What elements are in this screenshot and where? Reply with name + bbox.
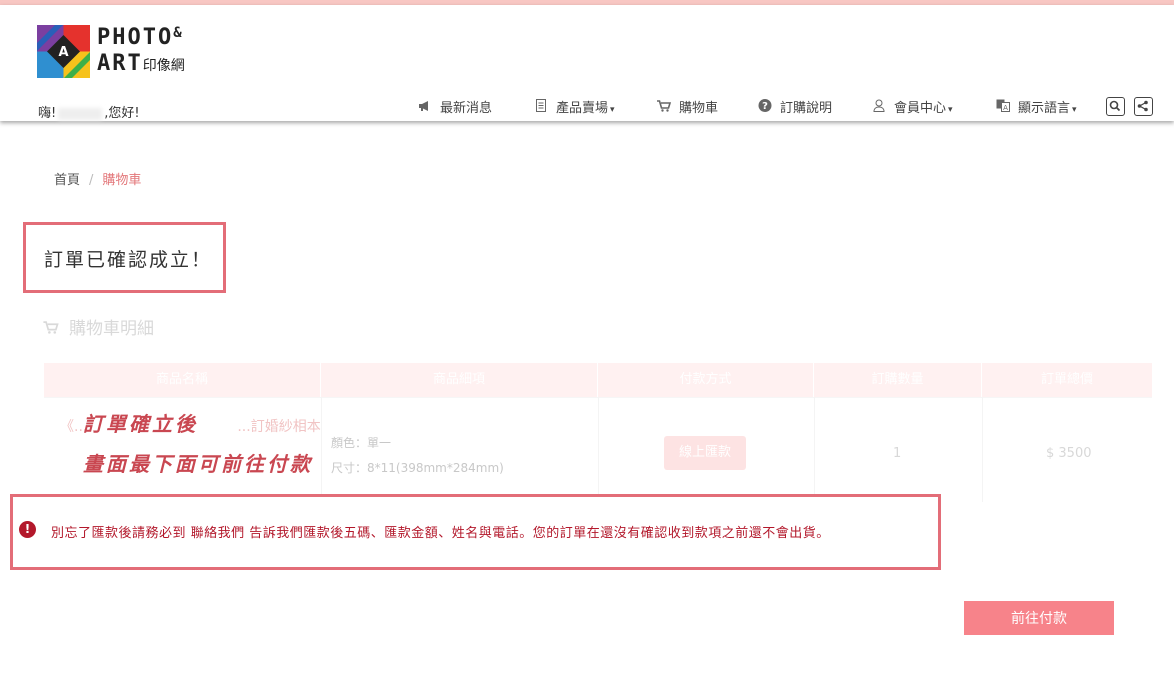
- logo-mark-icon: A: [37, 25, 90, 78]
- exclamation-icon: !: [19, 521, 36, 538]
- username-redacted: [58, 107, 103, 120]
- nav-item-news[interactable]: 最新消息: [417, 97, 492, 116]
- order-confirmed-box: 訂單已確認成立！: [23, 222, 226, 293]
- breadcrumb: 首頁 / 購物車: [54, 169, 141, 188]
- cart-table-header: 商品名稱 商品細項 付款方式 訂購數量 訂單總價: [44, 363, 1152, 397]
- breadcrumb-separator: /: [89, 173, 94, 188]
- cart-row-spec-color: 顏色：單一: [331, 436, 392, 450]
- cart-icon: [43, 321, 59, 334]
- annotation-line2: 畫面最下面可前往付款: [83, 452, 313, 476]
- nav-item-language[interactable]: A 顯示語言 ▾: [995, 97, 1077, 116]
- breadcrumb-home-link[interactable]: 首頁: [54, 173, 80, 188]
- column-header-spec: 商品細項: [321, 363, 598, 397]
- logo-line2: ART: [97, 51, 143, 76]
- chevron-down-icon: ▾: [1072, 105, 1077, 115]
- svg-text:A: A: [1003, 104, 1008, 112]
- cart-icon: [657, 100, 672, 112]
- megaphone-icon: [419, 101, 428, 111]
- cart-row-price: $ 3500: [1046, 446, 1092, 461]
- column-header-total: 訂單總價: [1040, 372, 1093, 387]
- column-header-payment: 付款方式: [598, 363, 814, 397]
- share-icon: [1137, 100, 1148, 112]
- document-icon: [536, 99, 546, 112]
- table-col-divider: [321, 397, 322, 502]
- chevron-down-icon: ▾: [948, 105, 953, 115]
- user-icon: [873, 99, 885, 112]
- column-header-product: 商品名稱: [44, 363, 321, 397]
- svg-text:?: ?: [762, 101, 768, 112]
- nav-item-cart[interactable]: 購物車: [656, 97, 718, 116]
- nav-item-order-guide[interactable]: ? 訂購說明: [757, 97, 832, 116]
- user-greeting: 嗨! ,您好!: [38, 106, 140, 121]
- payment-reminder-alert: ! 別忘了匯款後請務必到 聯絡我們 告訴我們匯款後五碼、匯款金額、姓名與電話。您…: [10, 494, 941, 570]
- search-button[interactable]: [1106, 97, 1125, 116]
- table-col-divider: [814, 397, 815, 502]
- site-logo[interactable]: A PHOTO& ART印像網: [37, 25, 207, 81]
- cart-row-spec-size: 尺寸：8*11(398mm*284mm): [331, 461, 504, 475]
- go-to-payment-button[interactable]: 前往付款: [964, 601, 1114, 635]
- cart-details-title: 購物車明細: [43, 314, 154, 339]
- nav-item-products[interactable]: 產品賣場 ▾: [533, 97, 615, 116]
- handwritten-annotation: 訂單確立後 畫面最下面可前往付款: [83, 404, 313, 484]
- chevron-down-icon: ▾: [610, 105, 615, 115]
- logo-cn: 印像網: [142, 58, 185, 74]
- breadcrumb-current: 購物車: [102, 173, 142, 188]
- nav-item-member[interactable]: 會員中心 ▾: [871, 97, 953, 116]
- order-confirmed-message: 訂單已確認成立！: [44, 249, 213, 271]
- payment-reminder-text: 別忘了匯款後請務必到 聯絡我們 告訴我們匯款後五碼、匯款金額、姓名與電話。您的訂…: [51, 526, 830, 541]
- logo-line1: PHOTO: [97, 25, 174, 50]
- svg-text:A: A: [58, 45, 68, 60]
- table-col-divider: [982, 397, 983, 502]
- column-header-qty: 訂購數量: [814, 363, 982, 397]
- table-col-divider: [598, 397, 599, 502]
- cart-row-qty: 1: [893, 446, 902, 461]
- logo-amp: &: [173, 25, 182, 41]
- share-button[interactable]: [1134, 97, 1153, 116]
- search-icon: [1109, 100, 1121, 112]
- payment-method-badge[interactable]: 線上匯款: [664, 436, 746, 470]
- logo-wordmark: PHOTO& ART印像網: [97, 25, 207, 81]
- annotation-line1: 訂單確立後: [83, 412, 198, 436]
- question-icon: ?: [758, 99, 772, 112]
- translate-icon: A: [996, 99, 1010, 112]
